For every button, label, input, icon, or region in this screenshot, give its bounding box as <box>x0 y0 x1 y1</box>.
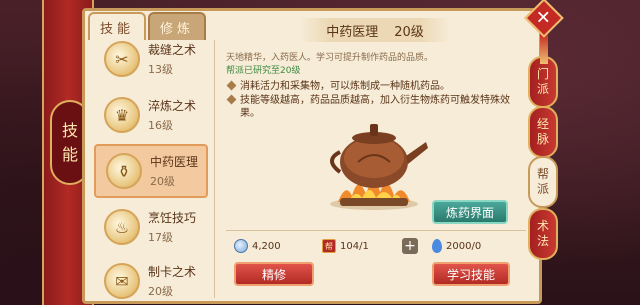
needle-thread-icon: ✂ <box>104 41 140 77</box>
refine-button[interactable]: 精修 <box>234 262 314 286</box>
right-tab-label: 帮 <box>536 167 549 181</box>
detail-title: 中药医理 20级 <box>300 18 450 42</box>
skill-item-refining[interactable]: ♛ 淬炼之术 16级 <box>94 88 208 142</box>
skill-level: 13级 <box>148 63 173 76</box>
card-envelope-icon: ✉ <box>104 263 140 299</box>
silver-coin-icon <box>234 239 248 253</box>
skill-name: 烹饪技巧 <box>148 211 197 225</box>
tab-skills[interactable]: 技能 <box>88 12 146 40</box>
vitality-value: 2000/0 <box>446 240 482 252</box>
right-tab-technique[interactable]: 术 法 <box>528 208 558 260</box>
effect-bullet: 消耗活力和采集物，可以炼制成一种随机药品。 <box>226 80 518 93</box>
skill-name: 中药医理 <box>150 155 199 169</box>
skill-level: 17级 <box>148 231 173 244</box>
vitality-drop-icon <box>432 239 442 253</box>
bullet-text: 消耗活力和采集物，可以炼制成一种随机药品。 <box>240 81 450 92</box>
diamond-bullet-icon <box>226 94 237 105</box>
vitality-stat: 2000/0 <box>432 238 481 254</box>
list-divider <box>214 40 215 298</box>
skill-item-cardmaking[interactable]: ✉ 制卡之术 20级 <box>94 254 208 302</box>
skill-level: 16级 <box>148 119 173 132</box>
right-tab-label: 派 <box>536 182 549 196</box>
right-tab-label: 脉 <box>536 132 549 146</box>
right-tab-guild[interactable]: 帮 派 <box>528 156 558 208</box>
right-tab-label: 门 <box>536 67 549 81</box>
right-tab-label: 术 <box>536 219 549 233</box>
skill-item-medicine[interactable]: ⚱ 中药医理 20级 <box>94 144 208 198</box>
diamond-bullet-icon <box>226 80 237 91</box>
learn-skill-button[interactable]: 学习技能 <box>432 262 510 286</box>
skill-level: 20级 <box>148 285 173 298</box>
side-tab-label-1: 技 <box>61 120 78 140</box>
skill-name: 裁缝之术 <box>148 43 197 57</box>
contribution-value: 104/1 <box>340 240 369 252</box>
right-tab-meridian[interactable]: 经 脉 <box>528 106 558 158</box>
tassel-ornament <box>540 34 548 64</box>
tab-cultivation[interactable]: 修炼 <box>148 12 206 40</box>
description-text: 天地精华，入药医人。学习可提升制作药品的品质。 <box>226 53 434 63</box>
golden-cup-icon: ♛ <box>104 97 140 133</box>
contribution-stat: 帮 104/1 <box>322 238 369 254</box>
skill-name: 淬炼之术 <box>148 99 197 113</box>
right-tab-label: 法 <box>536 234 549 248</box>
skill-item-cooking[interactable]: ♨ 烹饪技巧 17级 <box>94 200 208 254</box>
medicine-pot-illustration <box>318 112 430 212</box>
research-status: 帮派已研究至20级 <box>226 66 301 76</box>
silver-value: 4,200 <box>252 240 281 252</box>
stats-divider <box>226 230 526 231</box>
skill-name: 制卡之术 <box>148 265 197 279</box>
detail-skill-level: 20级 <box>394 24 424 40</box>
close-icon: ✕ <box>536 7 552 29</box>
skill-list: ✂ 裁缝之术 13级 ♛ 淬炼之术 16级 ⚱ 中药医理 20级 ♨ 烹饪技巧 … <box>92 40 210 302</box>
skill-item-tailoring[interactable]: ✂ 裁缝之术 13级 <box>94 40 208 86</box>
silver-stat: 4,200 <box>234 238 281 254</box>
detail-description: 天地精华，入药医人。学习可提升制作药品的品质。 帮派已研究至20级 <box>226 52 526 78</box>
guild-badge-icon: 帮 <box>322 239 336 253</box>
right-tab-label: 经 <box>536 117 549 131</box>
add-contribution-button[interactable]: + <box>402 238 418 254</box>
right-tab-label: 派 <box>536 82 549 96</box>
side-tab-label-2: 能 <box>61 144 78 164</box>
skill-level: 20级 <box>150 175 175 188</box>
medicine-jar-icon: ⚱ <box>106 153 142 189</box>
cooking-dish-icon: ♨ <box>104 209 140 245</box>
craft-interface-button[interactable]: 炼药界面 <box>432 200 508 224</box>
detail-skill-name: 中药医理 <box>326 24 379 40</box>
